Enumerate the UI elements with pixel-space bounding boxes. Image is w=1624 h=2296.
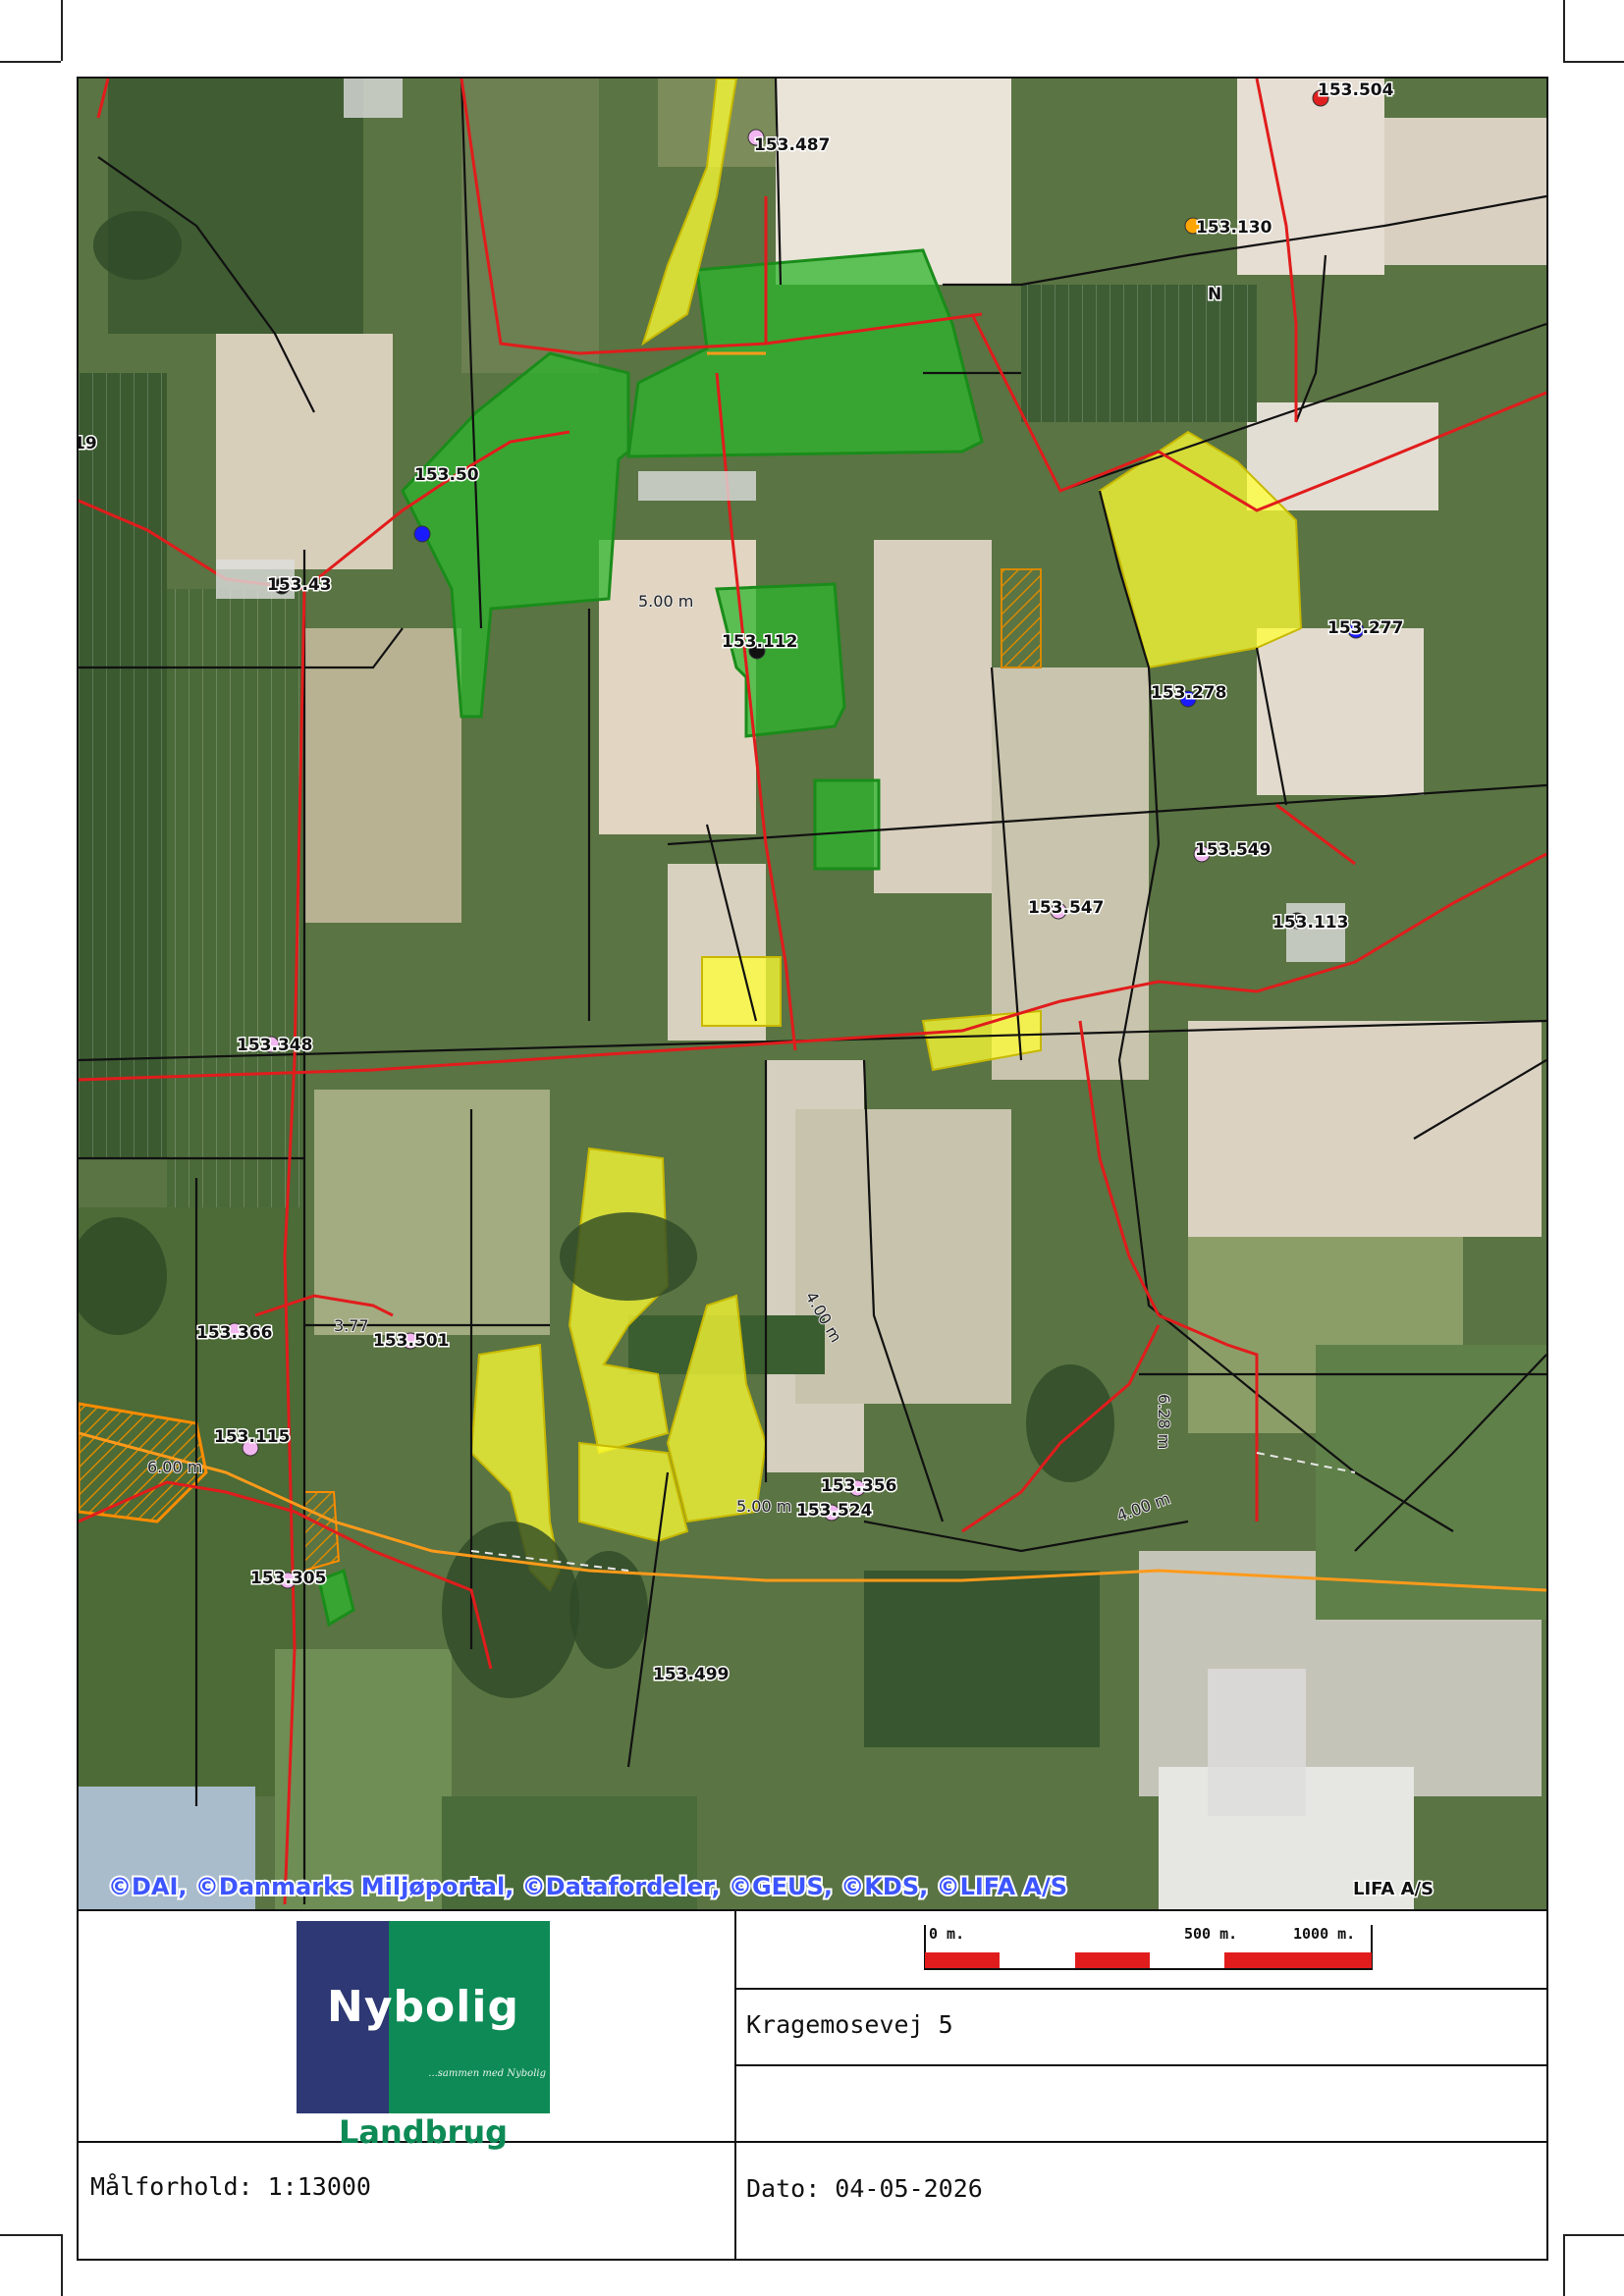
map-svg: N 153.504 153.487 153.130 19 153.50 153.43 153…	[79, 79, 1546, 1909]
divider	[734, 1988, 1546, 1990]
sample-point-label: 153.499	[653, 1665, 729, 1684]
map-copyright-right: LIFA A/S	[1353, 1879, 1434, 1899]
title-block: Nybolig ...sammen med Nybolig Landbrug 0…	[79, 1909, 1546, 2259]
sample-point-label: 153.112	[722, 632, 797, 652]
scale-segment	[925, 1952, 1000, 1968]
distance-label: 5.00 m	[638, 592, 693, 611]
map-copyright: ©DAI, ©Danmarks Miljøportal, ©Datafordel…	[108, 1873, 1067, 1900]
sample-point-label: 19	[79, 434, 97, 454]
divider	[734, 2064, 1546, 2066]
crop-mark	[0, 61, 61, 63]
logo-subtitle: Landbrug	[338, 2113, 509, 2151]
sample-point-label: 153.487	[754, 135, 830, 155]
logo-wordmark: Nybolig	[327, 1982, 519, 2032]
distance-label: 6.00 m	[147, 1458, 202, 1476]
sample-point-label: 153.43	[267, 575, 332, 595]
scale-segment	[1075, 1952, 1150, 1968]
crop-mark	[1563, 2234, 1624, 2236]
crop-mark	[61, 0, 63, 61]
crop-mark	[1563, 2234, 1565, 2296]
logo-tagline: ...sammen med Nybolig	[428, 2068, 546, 2079]
scale-ratio-text: Målforhold: 1:13000	[90, 2172, 371, 2201]
sample-point-label: 153.366	[196, 1323, 272, 1343]
sample-point-label: 153.501	[373, 1331, 449, 1351]
sample-point-label: 153.547	[1028, 898, 1104, 918]
sample-point-label: 153.278	[1151, 683, 1226, 703]
crop-mark	[0, 2234, 61, 2236]
scale-segment	[1224, 1952, 1372, 1968]
sample-point-label: 153.305	[250, 1569, 326, 1588]
crop-mark	[1563, 61, 1624, 63]
sample-point-label: 153.549	[1195, 840, 1271, 860]
crop-mark	[1563, 0, 1565, 61]
sample-point-label: 153.115	[214, 1427, 290, 1447]
sample-point-label: 153.130	[1196, 218, 1272, 238]
scale-label-1000: 1000 m.	[1293, 1925, 1356, 1943]
distance-label: 5.00 m	[736, 1497, 791, 1516]
scale-bar: 0 m. 500 m. 1000 m.	[846, 1919, 1435, 1978]
sample-point-label: 153.524	[796, 1501, 873, 1521]
sample-point-label: 153.113	[1272, 913, 1348, 933]
sample-point-label: 153.348	[237, 1036, 312, 1055]
sample-point-marker[interactable]	[413, 525, 431, 543]
sample-point-label: 153.50	[414, 465, 479, 485]
sample-point-label: 153.504	[1318, 80, 1394, 100]
sample-point-label: 153.277	[1327, 618, 1403, 638]
distance-label: 3.77	[334, 1316, 369, 1335]
aerial-map[interactable]: N 153.504 153.487 153.130 19 153.50 153.43 153…	[79, 79, 1546, 1909]
divider	[734, 1909, 736, 2259]
sample-point-label: 153.356	[821, 1476, 896, 1496]
distance-label: 6.28 m	[1155, 1394, 1173, 1449]
north-label: N	[1208, 285, 1221, 304]
divider	[79, 1909, 1546, 1911]
nybolig-logo: Nybolig ...sammen med Nybolig Landbrug	[297, 1921, 550, 2151]
scale-label-500: 500 m.	[1184, 1925, 1238, 1943]
crop-mark	[61, 2234, 63, 2296]
address-text: Kragemosevej 5	[746, 2010, 953, 2039]
scale-label-0: 0 m.	[929, 1925, 965, 1943]
date-text: Dato: 04-05-2026	[746, 2174, 983, 2203]
